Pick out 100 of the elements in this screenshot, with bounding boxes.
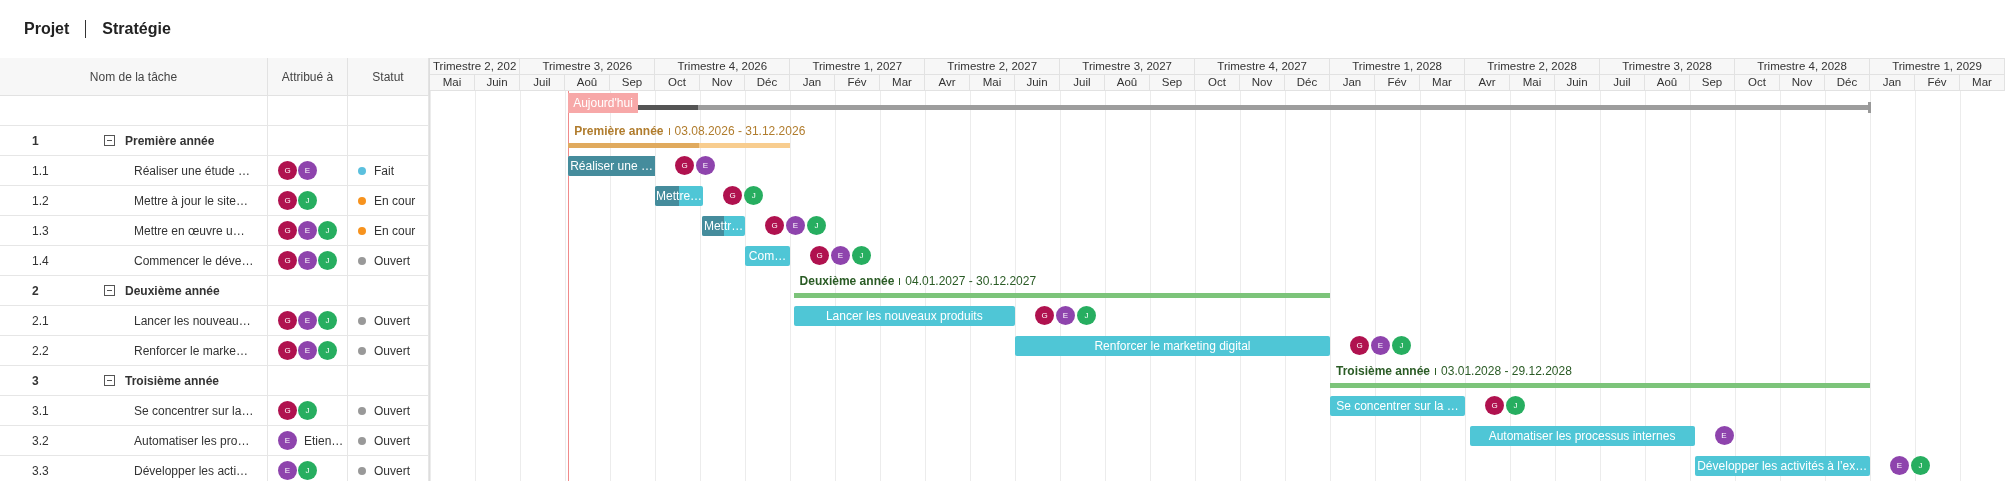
avatar: E [1056, 306, 1075, 325]
avatar: E [1714, 426, 1734, 445]
avatar: J [318, 311, 337, 330]
avatar: G [278, 401, 297, 420]
task-bar[interactable]: Mettr… [702, 216, 745, 236]
task-name[interactable]: Se concentrer sur la… [134, 403, 254, 418]
row-number: 1.3 [31, 223, 50, 238]
breadcrumb-item[interactable]: Stratégie [102, 20, 171, 38]
row-number: 1.2 [31, 193, 50, 208]
row-number: 1.1 [31, 163, 50, 178]
avatar: E [298, 251, 317, 270]
column-header[interactable]: Nom de la tâche [0, 58, 268, 95]
task-name[interactable]: Mettre à jour le site… [134, 193, 249, 208]
status-label: Ouvert [374, 403, 410, 418]
collapse-icon[interactable] [104, 285, 115, 296]
avatar: J [807, 216, 826, 235]
summary-label: Deuxième année 04.01.2027 - 30.12.2027 [798, 274, 1037, 288]
task-bar[interactable]: Mettre… [655, 186, 704, 206]
avatar: J [1392, 336, 1411, 355]
quarter-header: Trimestre 3, 2028 [1600, 59, 1736, 74]
month-header: Mai [430, 74, 475, 90]
breadcrumb-item[interactable]: Projet [24, 20, 70, 38]
avatar: G [278, 251, 297, 270]
task-name[interactable]: Automatiser les pro… [134, 433, 250, 448]
avatar: G [765, 216, 784, 235]
status-label: Ouvert [374, 463, 410, 478]
avatar: G [1485, 396, 1504, 415]
group-title: Deuxième année [125, 283, 220, 298]
quarter-header: Trimestre 4, 2028 [1735, 59, 1870, 74]
task-name[interactable]: Lancer les nouveau… [134, 313, 251, 328]
avatar: J [1506, 396, 1525, 415]
summary-label: Troisième année 03.01.2028 - 29.12.2028 [1335, 364, 1572, 378]
status-label: Fait [374, 163, 394, 178]
task-name[interactable]: Commencer le déve… [134, 253, 254, 268]
status-label: Ouvert [374, 343, 410, 358]
avatar: G [675, 156, 694, 175]
task-name[interactable]: Réaliser une étude … [134, 163, 251, 178]
month-header: Oct [1195, 74, 1240, 90]
task-name[interactable]: Mettre en œuvre u… [134, 223, 245, 238]
month-header: Juil [1600, 74, 1645, 90]
quarter-header: Trimestre 2, 2027 [925, 59, 1061, 74]
status-label: En cour [374, 223, 416, 238]
month-header: Sep [1690, 74, 1735, 90]
row-number: 3.3 [31, 463, 50, 478]
month-header: Oct [655, 74, 700, 90]
month-header: Mar [1420, 74, 1465, 90]
collapse-icon[interactable] [104, 135, 115, 146]
avatar: E [696, 156, 715, 175]
month-header: Fév [1375, 74, 1420, 90]
avatar: E [278, 461, 297, 480]
column-header[interactable]: Statut [348, 58, 429, 95]
month-header: Nov [1240, 74, 1285, 90]
avatar: G [1350, 336, 1369, 355]
quarter-header: Trimestre 4, 2027 [1195, 59, 1331, 74]
summary-label: Première année 03.08.2026 - 31.12.2026 [573, 124, 806, 138]
avatar: G [1035, 306, 1054, 325]
avatar: E [278, 431, 297, 450]
month-header: Déc [1825, 74, 1870, 90]
avatar: J [298, 191, 317, 210]
collapse-icon[interactable] [104, 375, 115, 386]
avatar: G [723, 186, 743, 205]
month-header: Mar [1960, 74, 2005, 90]
assignee-name: Etien… [304, 433, 344, 448]
avatar: G [278, 191, 297, 210]
avatar: J [298, 401, 317, 420]
today-marker: Aujourd'hui [568, 93, 638, 113]
quarter-header: Trimestre 1, 2027 [790, 59, 926, 74]
row-number: 2.2 [31, 343, 50, 358]
month-header: Aoû [1645, 74, 1690, 90]
task-name[interactable]: Renforcer le marke… [134, 343, 249, 358]
avatar: G [278, 221, 297, 240]
month-header: Jan [1330, 74, 1375, 90]
month-header: Oct [1735, 74, 1780, 90]
month-header: Juin [475, 74, 520, 90]
month-header: Aoû [565, 74, 610, 90]
month-header: Juil [1060, 74, 1105, 90]
month-header: Aoû [1105, 74, 1150, 90]
row-number: 2 [31, 283, 40, 298]
status-label: Ouvert [374, 313, 410, 328]
month-header: Jan [790, 74, 835, 90]
avatar: G [278, 161, 297, 180]
avatar: E [298, 221, 317, 240]
row-number: 3.2 [31, 433, 50, 448]
avatar: J [852, 246, 871, 265]
column-header[interactable]: Attribué à [268, 58, 348, 95]
group-title: Troisième année [125, 373, 220, 388]
month-header: Sep [610, 74, 655, 90]
row-number: 3 [31, 373, 40, 388]
avatar: J [318, 251, 337, 270]
avatar: J [1077, 306, 1096, 325]
quarter-header: Trimestre 3, 2027 [1060, 59, 1196, 74]
avatar: E [298, 341, 317, 360]
avatar: E [298, 311, 317, 330]
quarter-header: Trimestre 1, 2029 [1870, 59, 2005, 74]
avatar: E [831, 246, 850, 265]
month-header: Juin [1015, 74, 1060, 90]
task-name[interactable]: Développer les acti… [134, 463, 249, 478]
task-bar[interactable]: Réaliser une … [568, 156, 655, 176]
avatar: G [278, 311, 297, 330]
month-header: Juil [520, 74, 565, 90]
